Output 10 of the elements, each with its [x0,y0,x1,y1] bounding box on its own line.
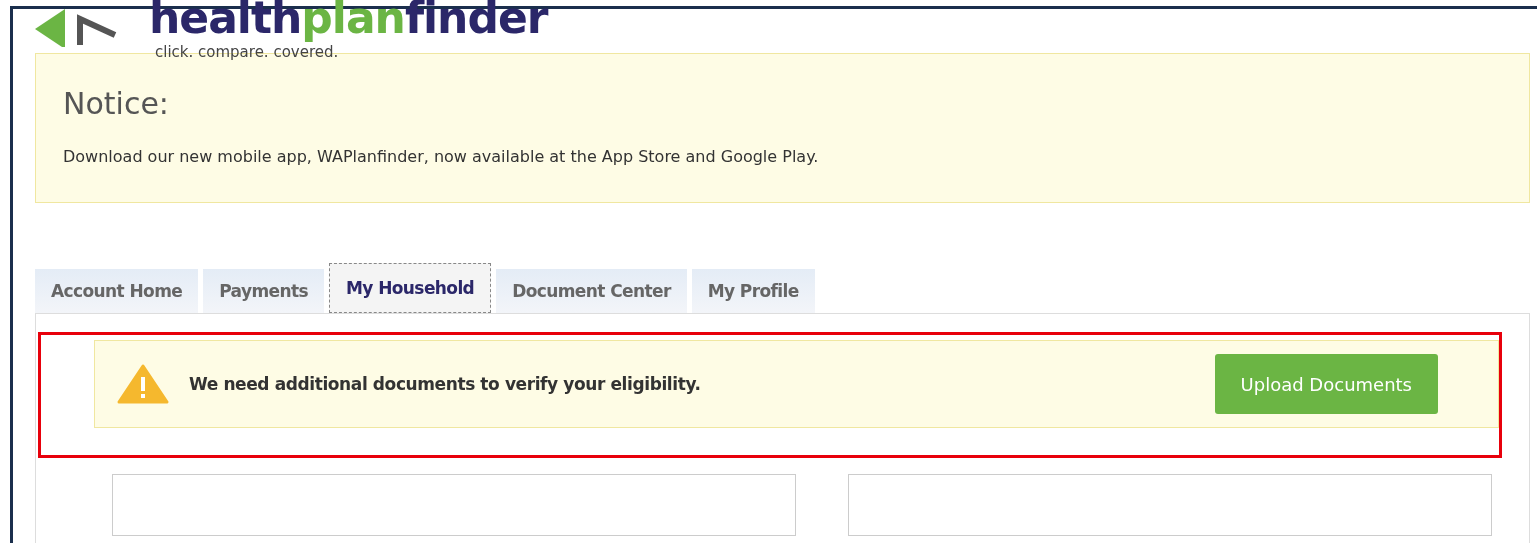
notice-message: Download our new mobile app, WAPlanfinder, now available at the App Store and Google Play. [63,147,820,166]
warning-icon [117,364,169,404]
nav-tab[interactable]: My Household [329,263,492,313]
nav-tab[interactable]: My Profile [691,269,815,313]
notice-title: Notice: [63,86,170,121]
logo-tagline: click. compare. covered. [155,43,339,61]
nav-tab[interactable]: Document Center [496,269,687,313]
alert-message: We need additional documents to verify your eligibility. [189,374,702,394]
nav-tab[interactable]: Payments [203,269,325,313]
nav-tab[interactable]: Account Home [35,269,199,313]
